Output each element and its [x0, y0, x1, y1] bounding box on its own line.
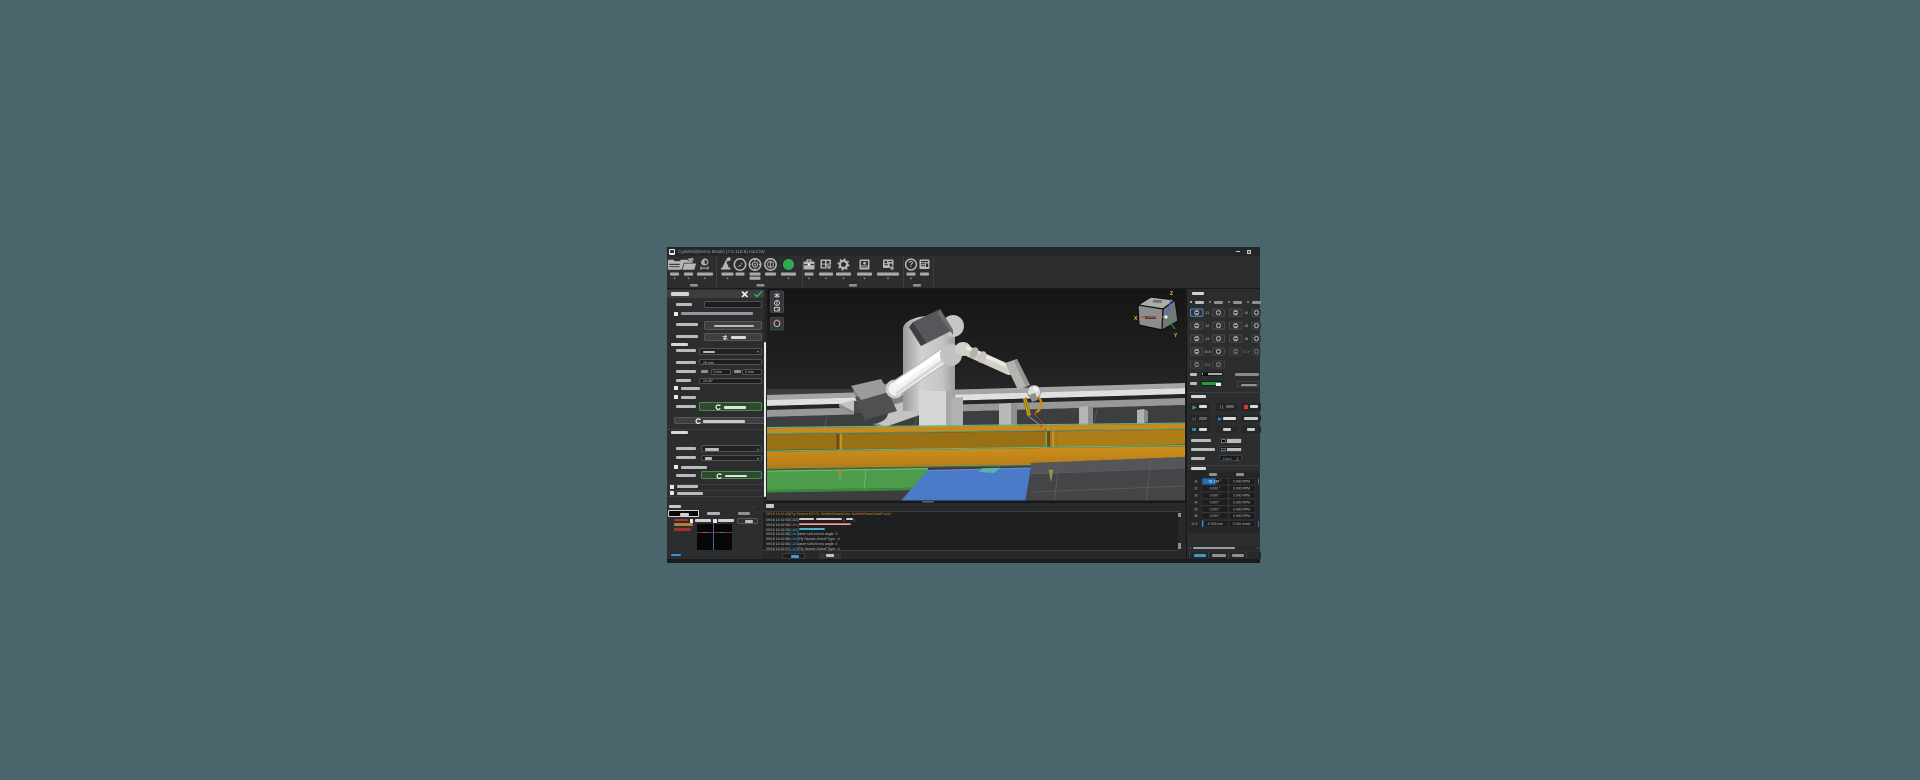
svg-text:0.000 RPM: 0.000 RPM: [1233, 507, 1250, 511]
svg-text:-5.525 mm: -5.525 mm: [1206, 522, 1222, 526]
svg-text:Z: Z: [1170, 291, 1173, 297]
svg-text:J5: J5: [1193, 507, 1197, 511]
svg-text:G.Y: G.Y: [1243, 350, 1250, 354]
svg-text:96.136 °: 96.136 °: [1208, 479, 1221, 483]
svg-text:?: ?: [909, 260, 914, 269]
svg-text:0.000 RPM: 0.000 RPM: [1233, 493, 1250, 497]
svg-text:J1: J1: [1205, 311, 1209, 315]
svg-text:J6: J6: [1193, 514, 1197, 518]
svg-text:J3: J3: [1205, 337, 1209, 341]
svg-text:0.000 °: 0.000 °: [1209, 486, 1220, 490]
svg-text:J5: J5: [1244, 324, 1248, 328]
svg-text:G.Z: G.Z: [1204, 363, 1211, 367]
svg-text:0.000 RPM: 0.000 RPM: [1233, 514, 1250, 518]
svg-text:J4: J4: [1244, 311, 1248, 315]
svg-text:0.000 RPM: 0.000 RPM: [1233, 500, 1250, 504]
svg-text:0.000 RPM: 0.000 RPM: [1233, 486, 1250, 490]
svg-text:J1: J1: [1193, 479, 1197, 483]
svg-text:0.000 °: 0.000 °: [1209, 500, 1220, 504]
svg-text:0.000 mm/s: 0.000 mm/s: [1232, 522, 1250, 526]
svg-text:G.X: G.X: [1204, 350, 1211, 354]
svg-text:0.000 °: 0.000 °: [1209, 514, 1220, 518]
svg-text:J3: J3: [1193, 493, 1197, 497]
svg-text:0.000 RPM: 0.000 RPM: [1233, 479, 1250, 483]
svg-text:J2: J2: [1193, 486, 1197, 490]
svg-text:G.X: G.X: [1191, 522, 1198, 526]
svg-text:J6: J6: [1244, 337, 1248, 341]
svg-text:J2: J2: [1205, 324, 1209, 328]
svg-text:0.000 °: 0.000 °: [1209, 493, 1220, 497]
svg-text:J4: J4: [1193, 500, 1197, 504]
svg-text:0.000 °: 0.000 °: [1209, 507, 1220, 511]
